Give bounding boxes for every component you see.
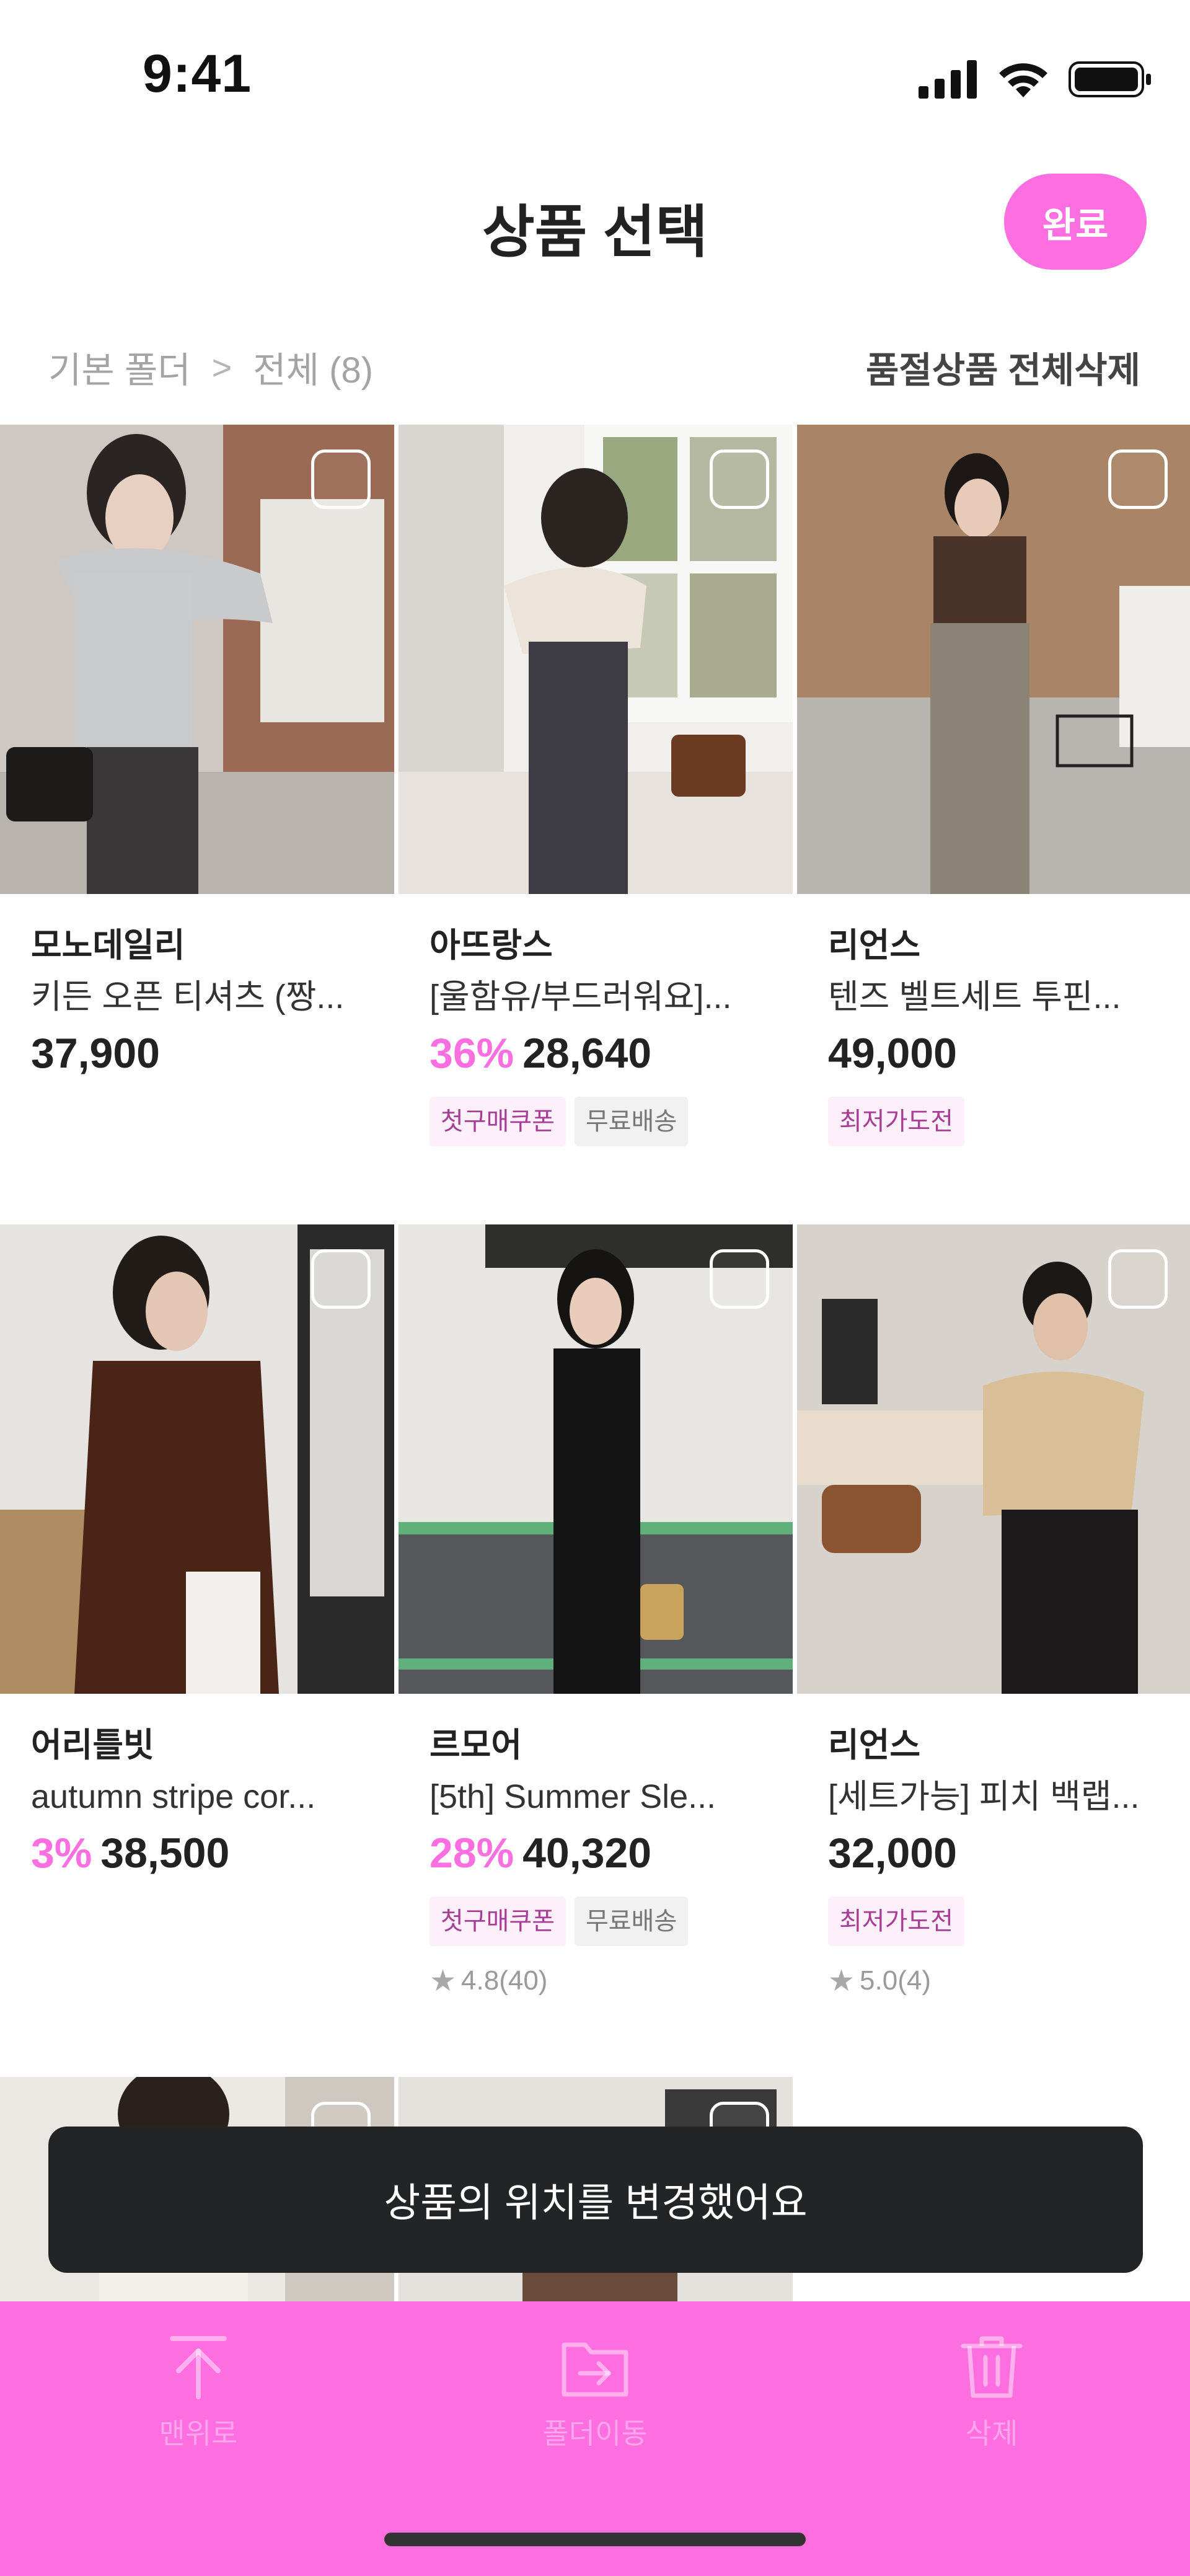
folder-move-icon [562,2342,628,2397]
bottom-toolbar: 맨위로 폴더이동 삭제 [0,2301,1190,2576]
rating: ★ 4.8(40) [430,1963,777,1998]
price-row: 32,000 [828,1823,1175,1883]
select-checkbox[interactable] [710,449,769,509]
product-brand: 리언스 [828,927,921,964]
product-price: 37,900 [31,1030,160,1077]
breadcrumb-separator: > [211,347,232,387]
tag-list: 첫구매쿠폰 무료배송 [430,1897,777,1946]
tag-free-shipping: 무료배송 [575,1097,689,1146]
select-checkbox[interactable] [311,1249,371,1309]
product-price: 38,500 [100,1830,230,1877]
product-price: 28,640 [522,1030,652,1077]
product-brand: 모노데일리 [31,927,185,964]
product-brand: 아뜨랑스 [430,927,553,964]
product-name: [세트가능] 피치 백랩... [828,1778,1140,1815]
product-image[interactable] [0,425,394,894]
delete-button[interactable]: 삭제 [868,2332,1116,2452]
discount-rate: 36% [430,1030,514,1077]
tag-lowest-price: 최저가도전 [828,1897,964,1946]
rating-value: 4.8(40) [461,1965,548,1996]
breadcrumb: 기본 폴더 > 전체 (8) [48,341,373,393]
product-info: 르모어 [5th] Summer Sle... 28% 40,320 첫구매쿠폰 … [430,1720,777,1998]
move-folder-label: 폴더이동 [542,2417,648,2450]
select-checkbox[interactable] [311,449,371,509]
status-bar: 9:41 [0,0,1190,155]
delete-soldout-button[interactable]: 품절상품 전체삭제 [866,341,1140,393]
product-image[interactable] [797,425,1190,894]
product-name: 키든 오픈 티셔츠 (짱... [31,978,345,1016]
star-icon: ★ [430,1965,457,1998]
tag-first-purchase-coupon: 첫구매쿠폰 [430,1097,566,1146]
tag-list: 최저가도전 [828,1097,1175,1146]
toast-message: 상품의 위치를 변경했어요 [48,2127,1143,2273]
product-price: 49,000 [828,1030,957,1077]
tag-list: 첫구매쿠폰 무료배송 [430,1097,777,1146]
breadcrumb-current: 전체 (8) [253,350,373,391]
select-checkbox[interactable] [1108,1249,1168,1309]
discount-rate: 3% [31,1830,92,1877]
battery-icon [1069,61,1151,97]
price-row: 3% 38,500 [31,1823,378,1883]
move-folder-button[interactable]: 폴더이동 [471,2332,719,2452]
home-indicator [384,2533,806,2546]
breadcrumb-root[interactable]: 기본 폴더 [48,341,191,393]
trash-icon [961,2336,1023,2398]
product-brand: 리언스 [828,1727,921,1764]
status-icons [919,55,1153,104]
product-price: 40,320 [522,1830,652,1877]
product-info: 모노데일리 키든 오픈 티셔츠 (짱... 37,900 [31,921,378,1083]
product-image[interactable] [0,1224,394,1694]
product-name: autumn stripe cor... [31,1778,316,1815]
product-image[interactable] [399,425,793,894]
status-time: 9:41 [143,44,252,104]
product-info: 아뜨랑스 [울함유/부드러워요]... 36% 28,640 첫구매쿠폰 무료배송 [430,921,777,1146]
product-image[interactable] [399,1224,793,1694]
price-row: 49,000 [828,1024,1175,1083]
product-image[interactable] [797,1224,1190,1694]
rating-value: 5.0(4) [860,1965,931,1996]
product-name: 텐즈 벨트세트 투핀... [828,978,1121,1016]
product-brand: 르모어 [430,1727,522,1764]
price-row: 36% 28,640 [430,1024,777,1083]
price-row: 37,900 [31,1024,378,1083]
product-info: 어리틀빗 autumn stripe cor... 3% 38,500 [31,1720,378,1883]
product-brand: 어리틀빗 [31,1727,154,1764]
select-checkbox[interactable] [710,1249,769,1309]
done-button[interactable]: 완료 [1004,174,1147,270]
product-price: 32,000 [828,1830,957,1877]
product-name: [울함유/부드러워요]... [430,978,732,1016]
scroll-to-top-button[interactable]: 맨위로 [74,2332,322,2452]
tag-list: 최저가도전 [828,1897,1175,1946]
select-checkbox[interactable] [1108,449,1168,509]
tag-lowest-price: 최저가도전 [828,1097,964,1146]
arrow-up-to-top-icon [170,2336,227,2399]
tag-first-purchase-coupon: 첫구매쿠폰 [430,1897,566,1946]
wifi-icon [999,63,1047,97]
product-info: 리언스 텐즈 벨트세트 투핀... 49,000 최저가도전 [828,921,1175,1146]
discount-rate: 28% [430,1830,514,1877]
product-info: 리언스 [세트가능] 피치 백랩... 32,000 최저가도전 ★ 5.0(4… [828,1720,1175,1998]
scroll-to-top-label: 맨위로 [159,2417,238,2450]
tag-free-shipping: 무료배송 [575,1897,689,1946]
cellular-signal-icon [919,60,977,99]
delete-label: 삭제 [965,2417,1018,2450]
product-name: [5th] Summer Sle... [430,1778,716,1815]
price-row: 28% 40,320 [430,1823,777,1883]
star-icon: ★ [828,1965,855,1998]
rating: ★ 5.0(4) [828,1963,1175,1998]
header: 상품 선택 완료 [0,155,1190,291]
